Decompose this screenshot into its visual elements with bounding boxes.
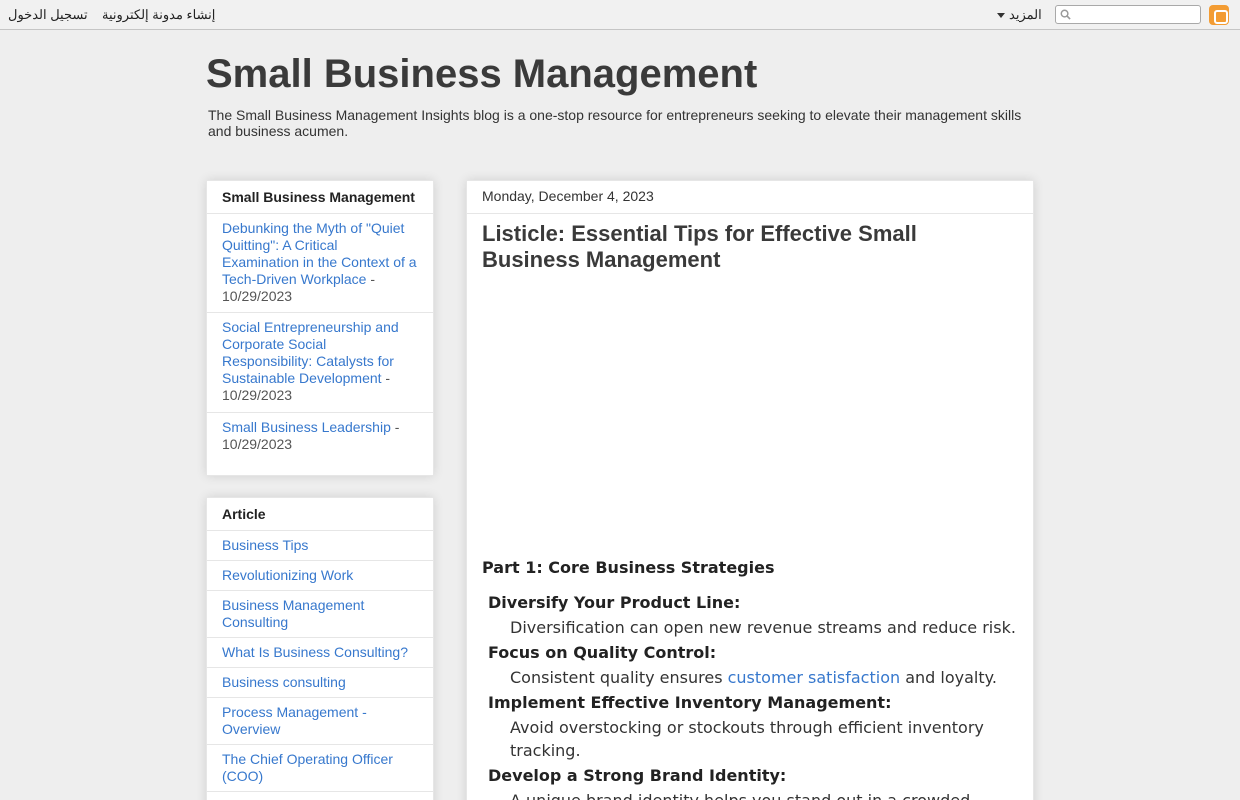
article-link[interactable]: What Is Business Consulting? <box>207 638 433 668</box>
post-card: Monday, December 4, 2023 Listicle: Essen… <box>466 180 1034 800</box>
tip-term: Focus on Quality Control: <box>488 643 717 662</box>
search-input[interactable] <box>1055 5 1201 24</box>
more-menu[interactable]: المزيد <box>997 7 1042 23</box>
chevron-down-icon <box>997 13 1005 19</box>
widget-title: Small Business Management <box>207 181 433 214</box>
create-blog-link[interactable]: إنشاء مدونة إلكترونية <box>102 7 215 23</box>
tip-description: Avoid overstocking or stockouts through … <box>488 716 1028 762</box>
article-link[interactable]: Business Tips <box>207 531 433 561</box>
more-menu-label: المزيد <box>1009 7 1042 22</box>
customer-satisfaction-link[interactable]: customer satisfaction <box>728 668 901 687</box>
blog-title[interactable]: Small Business Management <box>206 52 757 97</box>
recent-posts-widget: Small Business Management Debunking the … <box>206 180 434 476</box>
recent-post-link[interactable]: Small Business Leadership <box>222 419 391 435</box>
section-heading: Part 1: Core Business Strategies <box>482 558 775 577</box>
article-link[interactable]: The Chief Operating Officer (COO) <box>207 745 433 792</box>
tip-text: Avoid overstocking or stockouts through … <box>510 718 984 760</box>
tip-text: Consistent quality ensures <box>510 668 728 687</box>
article-link[interactable]: Process Management - Overview <box>207 698 433 745</box>
tip-text: A unique brand identity helps you stand … <box>510 791 970 800</box>
tip-term: Develop a Strong Brand Identity: <box>488 766 787 785</box>
tip-term: Diversify Your Product Line: <box>488 593 741 612</box>
article-link[interactable]: Revolutionizing Work <box>207 561 433 591</box>
list-item: Social Entrepreneurship and Corporate So… <box>207 313 433 413</box>
post-title[interactable]: Listicle: Essential Tips for Effective S… <box>482 221 1002 273</box>
search-icon <box>1060 9 1071 20</box>
top-navbar: تسجيل الدخول إنشاء مدونة إلكترونية المزي… <box>0 0 1240 30</box>
article-widget: Article Business Tips Revolutionizing Wo… <box>206 497 434 800</box>
signin-link[interactable]: تسجيل الدخول <box>8 7 88 23</box>
tip-text: and loyalty. <box>900 668 997 687</box>
blog-description: The Small Business Management Insights b… <box>208 107 1022 139</box>
recent-post-link[interactable]: Social Entrepreneurship and Corporate So… <box>222 319 399 386</box>
tip-description: Diversification can open new revenue str… <box>488 616 1028 639</box>
tip-text: Diversification can open new revenue str… <box>510 618 1016 637</box>
tip-term: Implement Effective Inventory Management… <box>488 693 892 712</box>
post-date-header: Monday, December 4, 2023 <box>467 181 1033 214</box>
list-item: Small Business Leadership - 10/29/2023 <box>207 413 433 461</box>
tip-description: A unique brand identity helps you stand … <box>488 789 1028 800</box>
tip-description: Consistent quality ensures customer sati… <box>488 666 1028 689</box>
list-item: Debunking the Myth of "Quiet Quitting": … <box>207 214 433 313</box>
tips-list: Diversify Your Product Line: Diversifica… <box>488 589 1028 800</box>
widget-title: Article <box>207 498 433 531</box>
article-link[interactable]: Business Management Consulting <box>207 591 433 638</box>
article-link[interactable]: Business consulting <box>207 668 433 698</box>
blogger-logo-icon[interactable] <box>1209 5 1229 25</box>
recent-post-link[interactable]: Debunking the Myth of "Quiet Quitting": … <box>222 220 417 287</box>
